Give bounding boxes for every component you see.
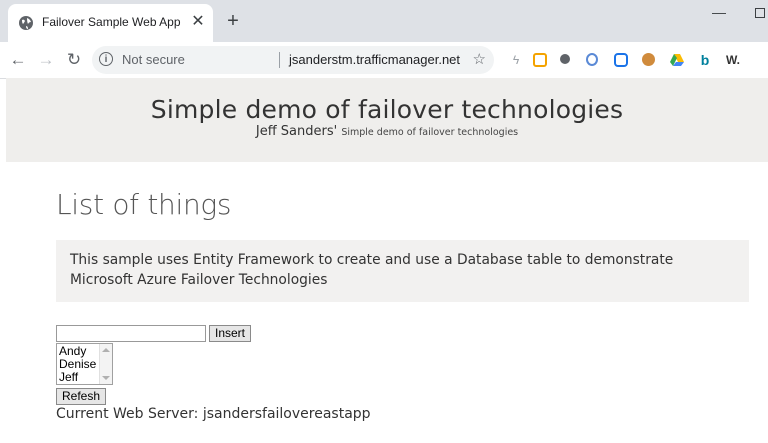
minimize-icon[interactable]: —: [712, 4, 726, 20]
drive-icon[interactable]: [669, 52, 685, 68]
subtitle-small: Simple demo of failover technologies: [341, 127, 519, 138]
list-item[interactable]: Jeff: [59, 371, 78, 384]
maximize-icon[interactable]: [755, 8, 765, 18]
cookie-icon[interactable]: [642, 53, 655, 66]
lightning-icon[interactable]: ϟ: [508, 52, 524, 68]
globe-icon: [19, 16, 33, 30]
new-tab-button[interactable]: +: [222, 10, 244, 32]
opera-icon[interactable]: [586, 53, 598, 66]
browser-tab[interactable]: Failover Sample Web App ✕: [8, 4, 213, 42]
item-input[interactable]: [56, 325, 206, 342]
section-heading: List of things: [56, 188, 232, 221]
security-label: Not secure: [122, 52, 185, 67]
bookmark-star-icon[interactable]: ☆: [473, 50, 486, 68]
browser-tab-strip: Failover Sample Web App ✕ + —: [0, 0, 768, 42]
subtitle-main: Jeff Sanders': [255, 124, 338, 139]
close-tab-icon[interactable]: ✕: [189, 13, 207, 31]
omnibox-separator: [279, 52, 280, 68]
info-icon[interactable]: i: [99, 52, 113, 66]
circle-icon[interactable]: [560, 54, 570, 64]
hero-banner: Simple demo of failover technologies Jef…: [6, 78, 768, 162]
bing-icon[interactable]: b: [697, 52, 713, 68]
address-bar[interactable]: i Not secure jsanderstm.trafficmanager.n…: [92, 46, 494, 74]
page-subtitle: Jeff Sanders' Simple demo of failover te…: [6, 124, 768, 139]
current-server-text: Current Web Server: jsandersfailovereast…: [56, 406, 371, 422]
refresh-button[interactable]: Refesh: [56, 388, 107, 405]
insert-button[interactable]: Insert: [209, 325, 252, 342]
listbox-scrollbar[interactable]: [99, 344, 112, 384]
url-text[interactable]: jsanderstm.trafficmanager.net: [289, 52, 460, 67]
scroll-down-icon[interactable]: [102, 376, 110, 380]
tab-title: Failover Sample Web App: [42, 15, 181, 29]
scroll-up-icon[interactable]: [102, 348, 110, 352]
back-icon[interactable]: ←: [6, 48, 30, 72]
note-icon[interactable]: [533, 53, 547, 67]
browser-toolbar: ← → ↻ i Not secure jsanderstm.trafficman…: [0, 42, 768, 79]
page-title: Simple demo of failover technologies: [150, 95, 624, 124]
reload-icon[interactable]: ↻: [62, 48, 86, 72]
things-listbox[interactable]: Andy Denise Jeff: [56, 343, 113, 385]
w-icon[interactable]: W.: [722, 52, 744, 68]
chat-icon[interactable]: [614, 53, 628, 67]
info-box: This sample uses Entity Framework to cre…: [56, 240, 749, 302]
forward-icon[interactable]: →: [34, 48, 58, 72]
